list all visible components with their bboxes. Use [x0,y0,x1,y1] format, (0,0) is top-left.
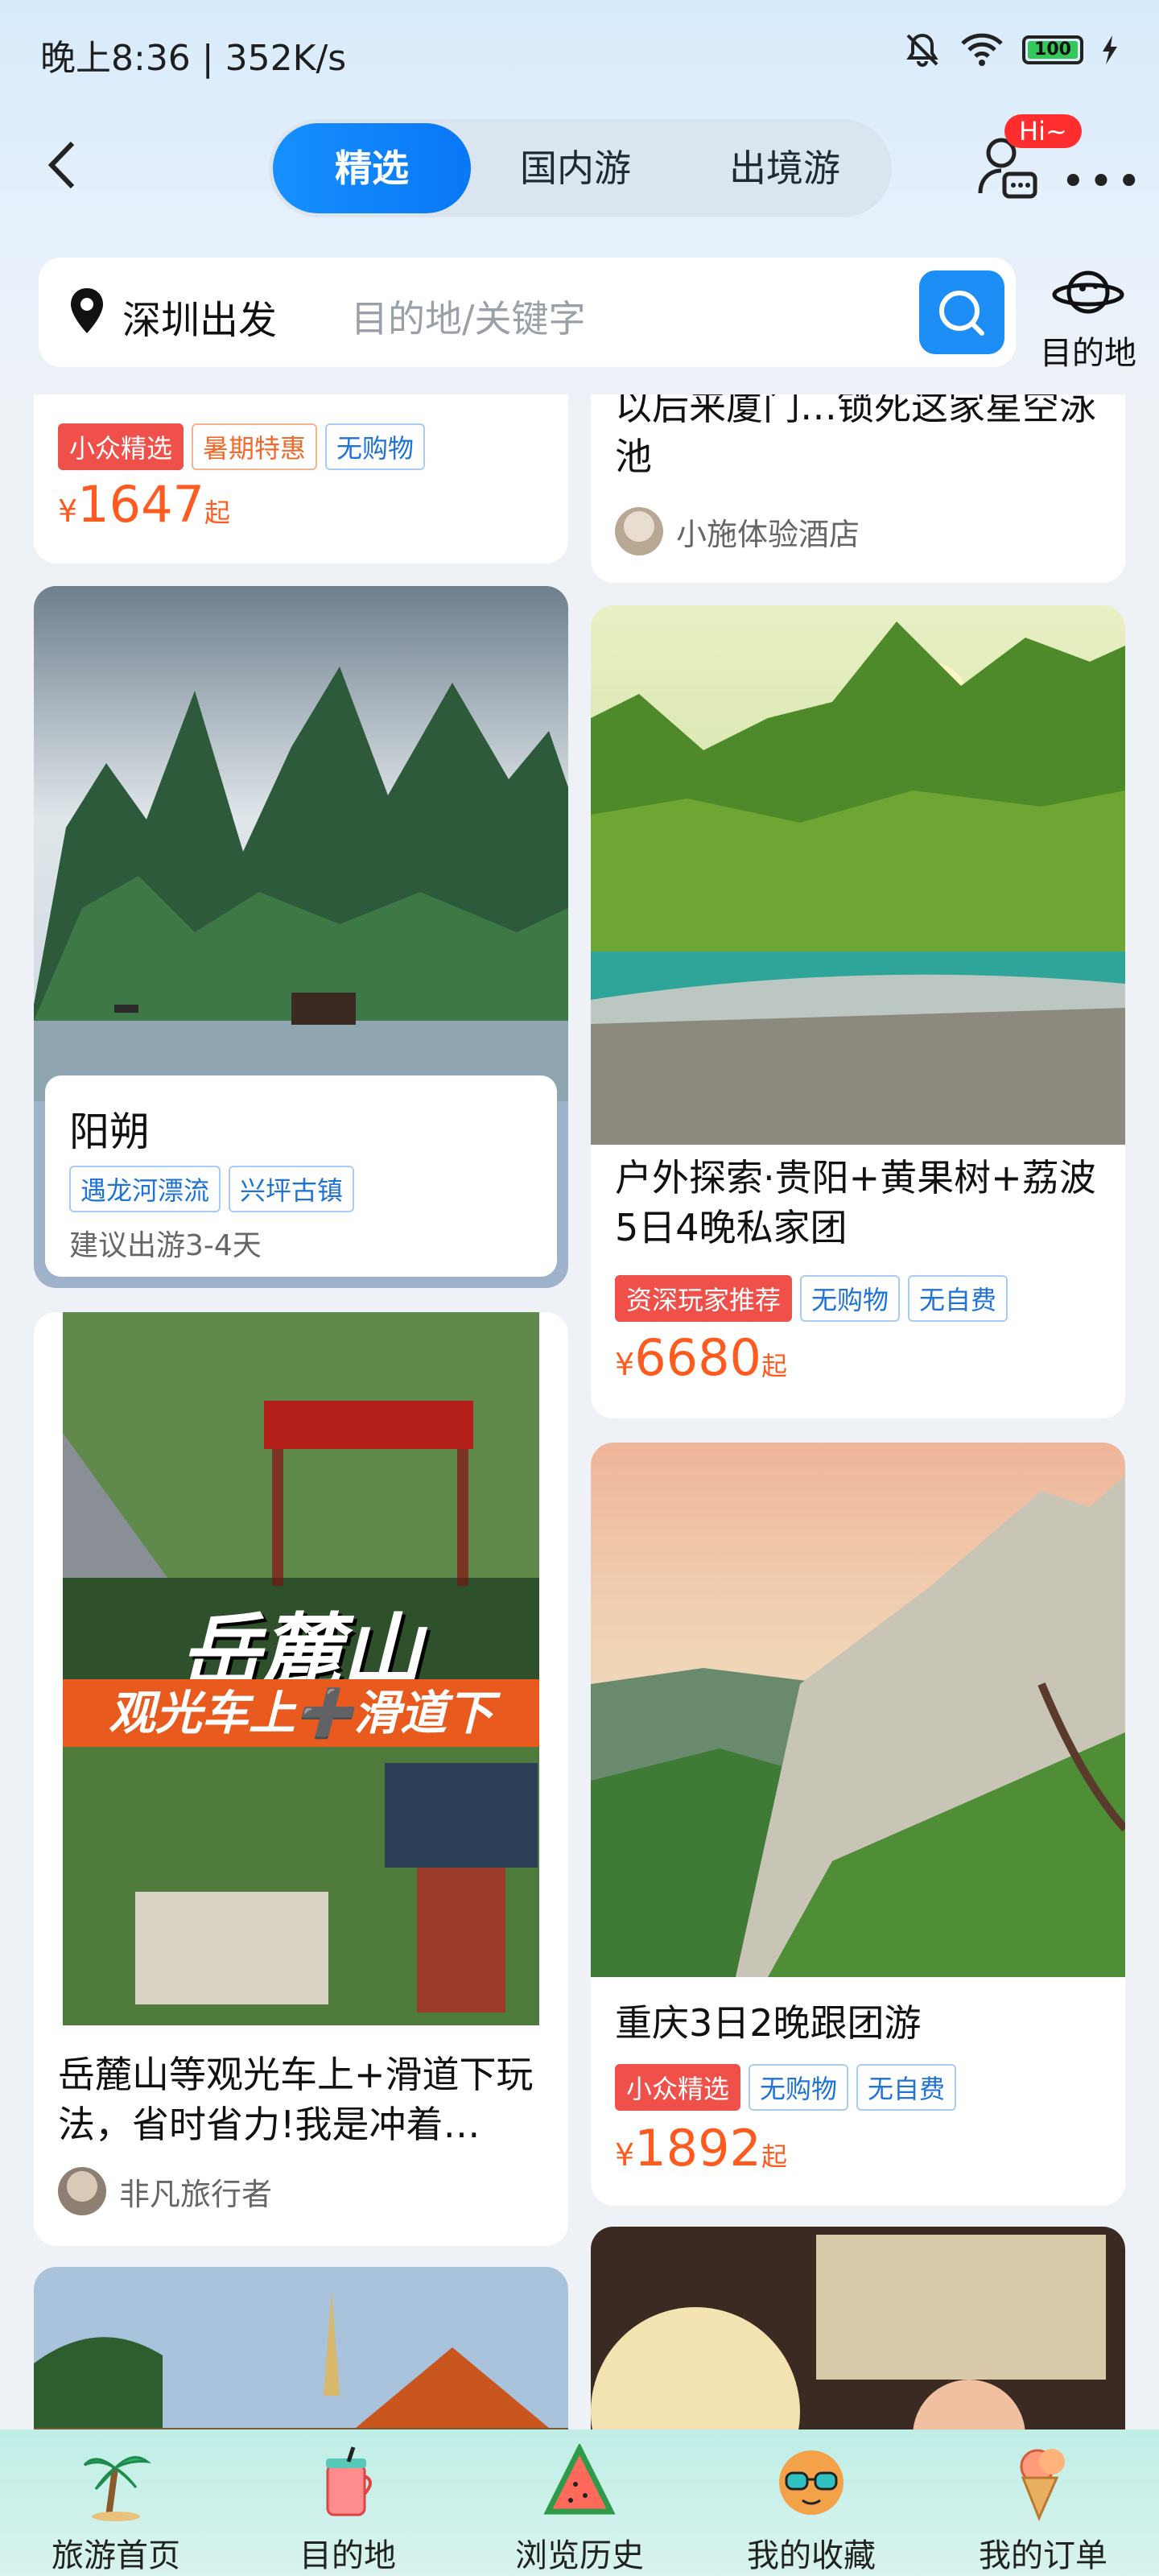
search-button[interactable] [919,270,1004,354]
price-suffix: 起 [204,497,230,528]
battery-icon: 100 [1022,35,1083,64]
author-row: 非凡旅行者 [58,2167,272,2215]
wifi-icon [961,33,1003,66]
tag: 小众精选 [615,2064,741,2111]
search-icon [939,291,984,336]
nav-home[interactable]: 旅游首页 [0,2429,232,2576]
tag: 无购物 [749,2064,849,2111]
poster-subtitle: 观光车上➕滑道下 [108,1686,494,1740]
price-value: 6680 [634,1328,761,1387]
price-suffix: 起 [761,2141,787,2172]
tag-row: 资深玩家推荐 无购物 无自费 [615,1275,1016,1322]
destination-label: 目的地 [1040,335,1136,372]
price-value: 1647 [77,475,204,534]
destination-name: 阳朔 [69,1108,150,1155]
tag: 无购物 [800,1275,901,1322]
tab-overseas[interactable]: 出境游 [680,123,889,213]
avatar [615,507,663,555]
price: ¥1647起 [58,475,230,534]
nav-favorites[interactable]: 我的收藏 [695,2429,927,2576]
price: ¥6680起 [615,1328,787,1387]
more-icon[interactable]: ••• [1061,158,1145,206]
battery-level: 100 [1028,41,1078,59]
destination-info-panel: 阳朔 遇龙河漂流 兴坪古镇 建议出游3-4天 [45,1075,557,1277]
nav-history[interactable]: 浏览历史 [464,2429,695,2576]
price-symbol: ¥ [58,493,78,529]
product-card-guiyang[interactable]: 户外探索·贵阳+黄果树+荔波5日4晚私家团 资深玩家推荐 无购物 无自费 ¥6680… [591,605,1125,1418]
nav-label: 目的地 [299,2537,396,2574]
hi-badge: Hi~ [1004,114,1082,148]
origin-city[interactable]: 深圳出发 [122,288,277,345]
mute-bell-icon [906,33,938,67]
price-symbol: ¥ [615,1347,635,1382]
tab-switcher: 精选 国内游 出境游 [269,119,892,217]
watermelon-icon [543,2442,616,2515]
author-row: 小施体验酒店 [615,507,860,555]
tag: 资深玩家推荐 [615,1275,793,1322]
tag: 无自费 [908,1275,1008,1322]
article-card-yuelushan[interactable]: 岳麓山 观光车上➕滑道下 岳麓山等观光车上+滑道下玩法，省时省力!我是冲着… 非… [34,1312,568,2246]
product-card-1[interactable]: 小众精选 暑期特惠 无购物 ¥1647起 [34,394,568,564]
tag-row: 遇龙河漂流 兴坪古镇 [69,1166,362,1212]
tag-row: 小众精选 暑期特惠 无购物 [58,423,433,470]
waterfall-photo [591,605,1125,1145]
avatar [58,2167,106,2215]
tag: 无自费 [856,2064,957,2111]
product-title: 户外探索·贵阳+黄果树+荔波5日4晚私家团 [615,1156,1096,1249]
search-bar[interactable]: 深圳出发 目的地/关键字 [39,258,1016,367]
tag-row: 小众精选 无购物 无自费 [615,2064,964,2111]
tab-featured[interactable]: 精选 [273,123,471,213]
nav-label: 旅游首页 [52,2537,180,2574]
tag: 小众精选 [58,423,184,470]
destination-card-yangshuo[interactable]: 阳朔 遇龙河漂流 兴坪古镇 建议出游3-4天 [34,586,568,1288]
price: ¥1892起 [615,2119,787,2178]
article-title: 岳麓山等观光车上+滑道下玩法，省时省力!我是冲着… [58,2053,534,2146]
yangshuo-photo [34,586,568,1101]
status-icons: 100 [903,31,1119,69]
tag: 遇龙河漂流 [69,1166,221,1212]
palm-tree-icon [83,2456,151,2521]
charging-icon [1103,35,1117,64]
author-name: 非凡旅行者 [119,2176,273,2212]
planet-icon [1052,270,1124,314]
price-symbol: ¥ [615,2137,635,2173]
product-card-chongqing[interactable]: 重庆3日2晚跟团游 小众精选 无购物 无自费 ¥1892起 [591,1443,1125,2206]
author-name: 小施体验酒店 [676,516,860,552]
bottom-navigation: 旅游首页 目的地 浏览历史 我的收藏 我的订单 [0,2429,1159,2576]
product-title: 重庆3日2晚跟团游 [615,2001,922,2045]
tag: 无购物 [325,423,426,470]
nav-orders[interactable]: 我的订单 [927,2429,1159,2576]
status-time: 晚上8:36 | 352K/s [40,38,347,79]
back-icon[interactable] [40,137,89,193]
destination-button[interactable]: 目的地 [1032,264,1145,374]
nav-label: 浏览历史 [515,2537,644,2574]
nav-label: 我的收藏 [747,2537,876,2574]
tag: 兴坪古镇 [229,1166,355,1212]
yuelushan-poster: 岳麓山 观光车上➕滑道下 [63,1312,539,2025]
ice-cream-icon [1020,2449,1065,2521]
trip-duration-note: 建议出游3-4天 [69,1229,262,1262]
drink-cup-icon [326,2446,372,2516]
tab-domestic[interactable]: 国内游 [471,123,680,213]
location-pin-icon [71,288,103,333]
price-value: 1892 [634,2119,761,2178]
tag: 暑期特惠 [192,423,318,470]
price-suffix: 起 [761,1351,787,1381]
poster-subtitle-bar: 观光车上➕滑道下 [63,1679,539,1747]
nav-label: 我的订单 [979,2537,1107,2574]
article-card-2[interactable]: 以后来厦门…锁死这家星空泳池 小施体验酒店 [591,394,1125,583]
search-input[interactable]: 目的地/关键字 [351,290,586,343]
nav-destination[interactable]: 目的地 [232,2429,464,2576]
chongqing-cliff-photo [591,1443,1125,1977]
article-title: 以后来厦门…锁死这家星空泳池 [615,394,1096,478]
sunglasses-icon [779,2450,843,2515]
